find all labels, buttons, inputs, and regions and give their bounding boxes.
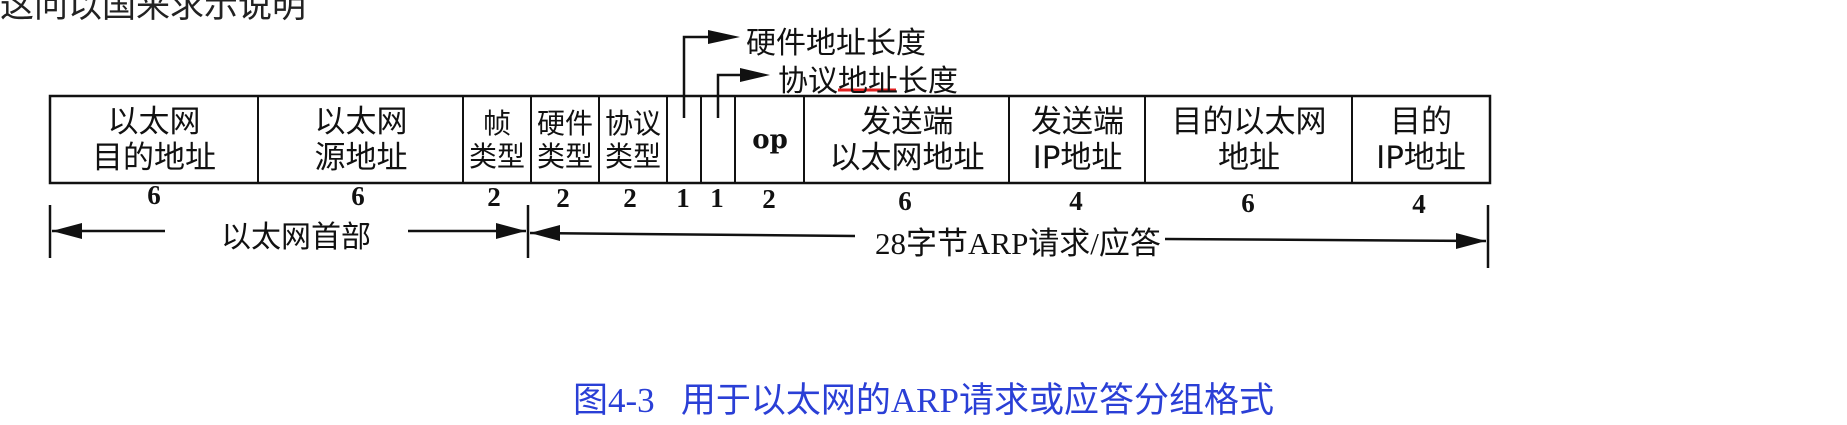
byte-count: 1 (710, 183, 724, 213)
field-label: 协议 类型 (604, 106, 661, 173)
byte-count: 6 (351, 181, 365, 211)
packet-box: 以太网 目的地址 以太网 源地址 帧 类型 硬件 类型 协议 类型 op 发送端… (51, 97, 1489, 182)
field-label: 硬件 类型 (536, 106, 593, 173)
field-eth-src: 以太网 源地址 (257, 97, 463, 182)
field-label: 帧 类型 (468, 106, 525, 173)
field-op: op (734, 97, 804, 182)
field-hw-len (666, 97, 700, 182)
byte-count: 2 (556, 183, 570, 213)
field-target-ip: 目的 IP地址 (1351, 97, 1489, 182)
byte-count: 4 (1069, 186, 1083, 216)
field-label: op (752, 124, 788, 155)
figure-caption: 图4-3 用于以太网的ARP请求或应答分组格式 (573, 381, 1274, 420)
byte-count: 2 (762, 184, 776, 214)
field-sender-eth: 发送端 以太网地址 (803, 97, 1009, 182)
byte-count: 6 (898, 186, 912, 216)
field-proto-len (700, 97, 734, 182)
field-label: 发送端 IP地址 (1031, 103, 1124, 176)
proto-addr-len-label: 协议地址长度 (778, 64, 958, 99)
byte-count: 4 (1412, 189, 1426, 219)
arp-body-span-label: 28字节ARP请求/应答 (875, 226, 1161, 261)
byte-count: 2 (623, 183, 637, 213)
field-label: 目的以太网 地址 (1171, 103, 1327, 176)
byte-count: 6 (1241, 188, 1255, 218)
field-frame-type: 帧 类型 (462, 97, 530, 182)
ethernet-header-span-label: 以太网首部 (221, 220, 371, 255)
field-label: 以太网 目的地址 (92, 103, 216, 176)
field-label: 发送端 以太网地址 (829, 103, 985, 176)
byte-count: 6 (147, 180, 161, 210)
field-proto-type: 协议 类型 (598, 97, 666, 182)
field-eth-dest: 以太网 目的地址 (51, 97, 257, 182)
field-hw-type: 硬件 类型 (530, 97, 598, 182)
field-label: 目的 IP地址 (1376, 103, 1466, 176)
field-label: 以太网 源地址 (314, 103, 408, 176)
field-sender-ip: 发送端 IP地址 (1008, 97, 1145, 182)
byte-count: 2 (487, 182, 501, 212)
field-target-eth: 目的以太网 地址 (1144, 97, 1352, 182)
